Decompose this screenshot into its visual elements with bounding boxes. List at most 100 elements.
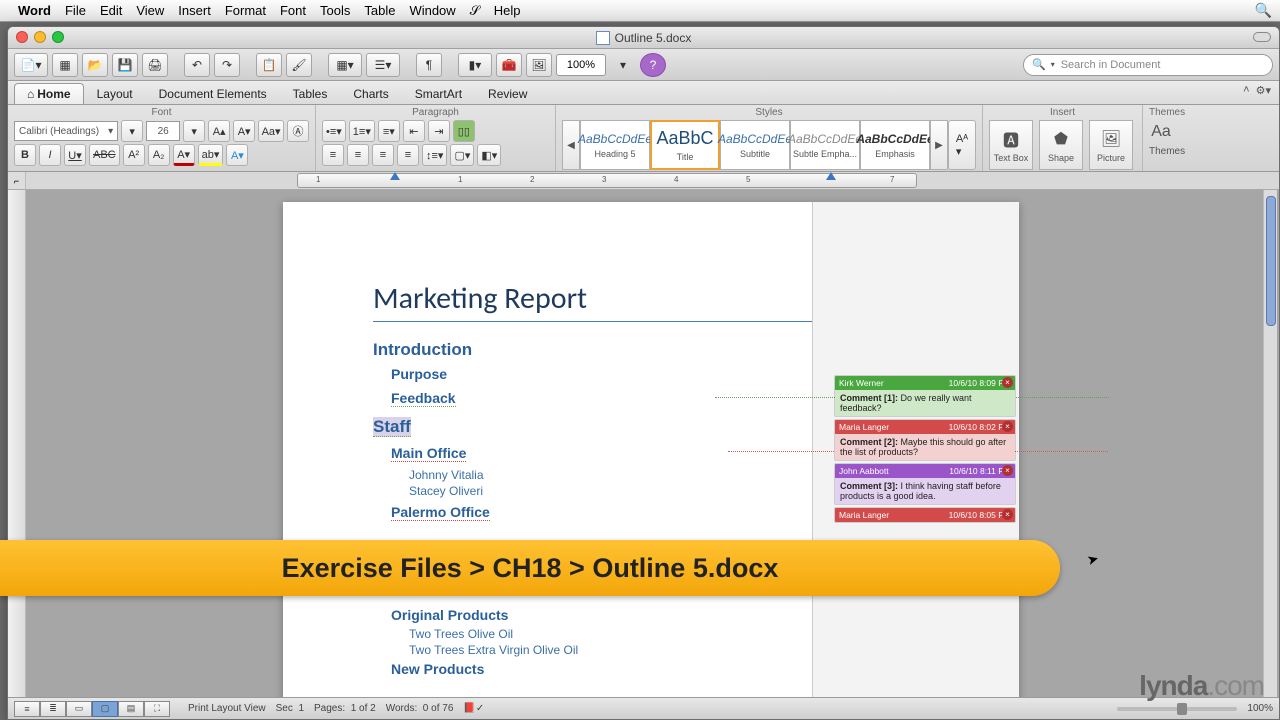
shading-button[interactable]: ◧▾ [477,144,501,166]
font-name-combo[interactable]: Calibri (Headings)▾ [14,121,118,141]
open-button[interactable]: 📂 [82,53,108,77]
borders-button[interactable]: ▢▾ [450,144,474,166]
close-window-button[interactable] [16,31,28,43]
right-indent-marker[interactable] [826,172,836,180]
tab-selector[interactable]: ⌐ [8,172,26,190]
align-center-button[interactable]: ≡ [347,144,369,166]
delete-comment-icon[interactable]: × [1002,421,1013,432]
multilevel-button[interactable]: ≡▾ [378,120,400,142]
ribbon-settings-button[interactable]: ⚙▾ [1256,84,1271,97]
outline-view-button[interactable]: ≣ [40,701,66,717]
heading-main-office[interactable]: Main Office [391,445,466,462]
line-spacing-button[interactable]: ↕≡▾ [422,144,447,166]
tab-home[interactable]: ⌂Home [14,83,84,104]
font-size-drop[interactable]: ▾ [183,120,205,142]
delete-comment-icon[interactable]: × [1002,509,1013,520]
undo-button[interactable]: ↶ [184,53,210,77]
menu-file[interactable]: File [65,3,86,18]
highlight-button[interactable]: ab▾ [198,144,224,166]
delete-comment-icon[interactable]: × [1002,377,1013,388]
themes-button[interactable]: AaThemes [1149,120,1185,157]
strikethrough-button[interactable]: ABC [89,144,120,166]
bullets-button[interactable]: •≡▾ [322,120,346,142]
change-case-button[interactable]: Aa▾ [258,120,284,142]
tab-tables[interactable]: Tables [280,83,341,104]
menu-insert[interactable]: Insert [178,3,211,18]
paste-button[interactable]: 📋 [256,53,282,77]
style-subtle-emphasis[interactable]: AaBbCcDdEeSubtle Empha... [790,120,860,170]
notebook-view-button[interactable]: ▤ [118,701,144,717]
font-name-drop[interactable]: ▾ [121,120,143,142]
align-left-button[interactable]: ≡ [322,144,344,166]
textbox-button[interactable]: 🅰Text Box [989,120,1033,170]
toolbar-pill-button[interactable] [1253,32,1271,42]
style-title[interactable]: AaBbCTitle [650,120,720,170]
styles-next-button[interactable]: ▶ [930,120,948,170]
menu-table[interactable]: Table [364,3,395,18]
style-heading5[interactable]: AaBbCcDdEeHeading 5 [580,120,650,170]
search-in-document[interactable]: 🔍▾ Search in Document [1023,54,1273,76]
sidebar-button[interactable]: ▮▾ [458,53,492,77]
zoom-slider[interactable] [1117,707,1237,711]
tables-button[interactable]: ▦▾ [328,53,362,77]
comment-balloon[interactable]: Kirk Werner10/6/10 8:09 PM × Comment [1]… [834,375,1016,417]
heading-feedback[interactable]: Feedback [391,390,456,407]
zoom-percent[interactable]: 100% [1247,703,1273,714]
grow-font-button[interactable]: A▴ [208,120,230,142]
scrollbar-thumb[interactable] [1266,196,1276,326]
spellcheck-icon[interactable]: 📕✓ [463,703,484,714]
collapse-ribbon-button[interactable]: ˄ [1243,84,1249,97]
comment-balloon[interactable]: Maria Langer10/6/10 8:05 PM × [834,507,1016,523]
spotlight-icon[interactable]: 🔍 [1255,2,1272,19]
menu-edit[interactable]: Edit [100,3,122,18]
reading-button[interactable]: ▯▯ [453,120,475,142]
columns-button[interactable]: ☰▾ [366,53,400,77]
style-subtitle[interactable]: AaBbCcDdEeSubtitle [720,120,790,170]
shape-button[interactable]: ⬟Shape [1039,120,1083,170]
font-color-button[interactable]: A▾ [173,144,195,166]
menu-help[interactable]: Help [494,3,521,18]
menu-view[interactable]: View [136,3,164,18]
vertical-ruler[interactable] [8,190,26,697]
tab-layout[interactable]: Layout [84,83,146,104]
publishing-view-button[interactable]: ▭ [66,701,92,717]
vertical-scrollbar[interactable] [1263,190,1277,697]
menu-tools[interactable]: Tools [320,3,350,18]
subscript-button[interactable]: A₂ [148,144,170,166]
styles-pane-button[interactable]: Aᴬ▾ [948,120,976,170]
zoom-window-button[interactable] [52,31,64,43]
new-document-button[interactable]: 📄▾ [14,53,48,77]
print-layout-view-button[interactable]: ▢ [92,701,118,717]
shrink-font-button[interactable]: A▾ [233,120,255,142]
comment-balloon[interactable]: John Aabbott10/6/10 8:11 PM × Comment [3… [834,463,1016,505]
underline-button[interactable]: U▾ [64,144,86,166]
menu-window[interactable]: Window [409,3,455,18]
justify-button[interactable]: ≡ [397,144,419,166]
show-formatting-button[interactable]: ¶ [416,53,442,77]
italic-button[interactable]: I [39,144,61,166]
minimize-window-button[interactable] [34,31,46,43]
open-template-button[interactable]: ▦ [52,53,78,77]
picture-button[interactable]: 🖼Picture [1089,120,1133,170]
menu-font[interactable]: Font [280,3,306,18]
toolbox-button[interactable]: 🧰 [496,53,522,77]
tab-review[interactable]: Review [475,83,540,104]
superscript-button[interactable]: A² [123,144,145,166]
font-size-combo[interactable]: 26 [146,121,180,141]
tab-charts[interactable]: Charts [340,83,401,104]
heading-staff[interactable]: Staff [373,417,411,437]
document-area[interactable]: Marketing Report Introduction Purpose Fe… [8,190,1279,697]
zoom-combo[interactable]: 100% [556,54,606,76]
heading-palermo[interactable]: Palermo Office [391,504,490,521]
clear-formatting-button[interactable]: Ⓐ [287,120,309,142]
bold-button[interactable]: B [14,144,36,166]
zoom-dropdown[interactable]: ▾ [610,53,636,77]
format-painter-button[interactable]: 🖌 [286,53,312,77]
tab-smartart[interactable]: SmartArt [402,83,475,104]
save-button[interactable]: 💾 [112,53,138,77]
numbering-button[interactable]: 1≡▾ [349,120,375,142]
delete-comment-icon[interactable]: × [1002,465,1013,476]
decrease-indent-button[interactable]: ⇤ [403,120,425,142]
comment-balloon[interactable]: Maria Langer10/6/10 8:02 PM × Comment [2… [834,419,1016,461]
print-button[interactable]: 🖨 [142,53,168,77]
